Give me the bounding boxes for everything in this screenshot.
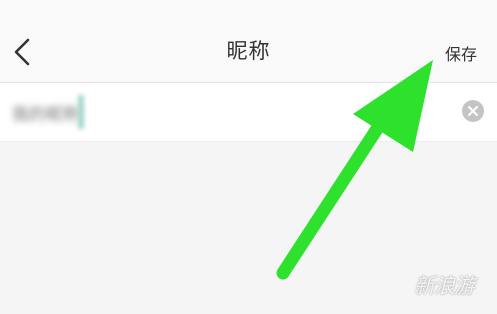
save-button[interactable]: 保存 — [445, 41, 477, 65]
nav-bar: 昵称 保存 — [0, 0, 497, 83]
text-cursor — [78, 95, 84, 129]
page-title: 昵称 — [226, 39, 271, 63]
nickname-field[interactable]: 我的昵称 — [12, 100, 80, 125]
watermark: 新浪游 — [414, 274, 475, 298]
clear-circle-icon — [468, 106, 478, 116]
nickname-input-row[interactable]: 我的昵称 — [0, 83, 497, 142]
clear-button[interactable] — [462, 100, 484, 122]
